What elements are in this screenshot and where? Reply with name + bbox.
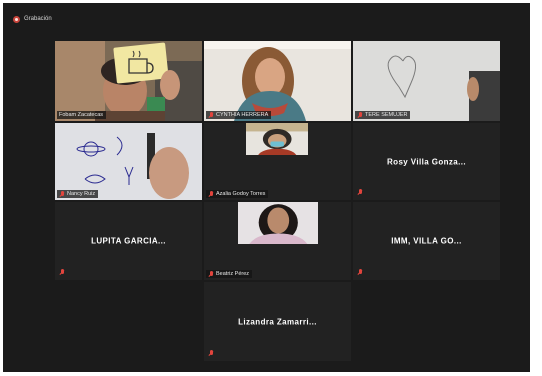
participant-name: Lizandra Zamarri... (238, 317, 317, 326)
video-feed (246, 123, 308, 156)
participant-tile[interactable]: Fobam Zacatecas (55, 41, 202, 121)
muted-mic-icon (208, 270, 214, 278)
meeting-window: Grabación Fobam Zacatecas CYNTHIA HERRER… (3, 3, 530, 372)
video-feed (55, 123, 202, 200)
muted-mic-icon (357, 111, 363, 119)
participant-tile[interactable]: Azalia Godoy Torres (204, 123, 351, 200)
participant-name-label: TERE SEMUJER (355, 111, 411, 119)
muted-mic-icon (357, 189, 363, 196)
video-feed (353, 41, 500, 121)
muted-mic-icon (59, 269, 65, 276)
recording-label: Grabación (24, 16, 52, 22)
participant-name-label: CYNTHIA HERRERA (206, 111, 272, 119)
participant-name: LUPITA GARCIA... (91, 236, 166, 246)
video-feed (238, 202, 318, 245)
muted-mic-icon (357, 269, 363, 276)
participant-name: IMM, VILLA GO... (391, 236, 462, 246)
participant-tile[interactable]: IMM, VILLA GO... (353, 202, 500, 280)
participant-tile[interactable]: Beatriz Pérez (204, 202, 351, 280)
participant-name: Rosy Villa Gonza... (386, 157, 467, 166)
participant-tile[interactable]: Nancy Ruiz (55, 123, 202, 200)
participant-tile[interactable]: TERE SEMUJER (353, 41, 500, 121)
participant-name-label: Fobam Zacatecas (57, 111, 107, 119)
record-icon (13, 15, 20, 23)
muted-mic-icon (208, 350, 214, 357)
muted-mic-icon (208, 190, 214, 198)
participant-tile[interactable]: Lizandra Zamarri... (204, 282, 351, 361)
muted-mic-icon (208, 111, 214, 119)
muted-mic-icon (59, 190, 65, 198)
participant-name-label: Azalia Godoy Torres (206, 190, 269, 198)
video-feed (204, 41, 351, 121)
participant-name-label: Nancy Ruiz (57, 190, 99, 198)
participant-tile[interactable]: LUPITA GARCIA... (55, 202, 202, 280)
participant-tile[interactable]: Rosy Villa Gonza... (353, 123, 500, 200)
recording-indicator[interactable]: Grabación (13, 14, 52, 24)
participant-name-label: Beatriz Pérez (206, 270, 253, 278)
video-feed (55, 41, 202, 121)
participant-tile[interactable]: CYNTHIA HERRERA (204, 41, 351, 121)
